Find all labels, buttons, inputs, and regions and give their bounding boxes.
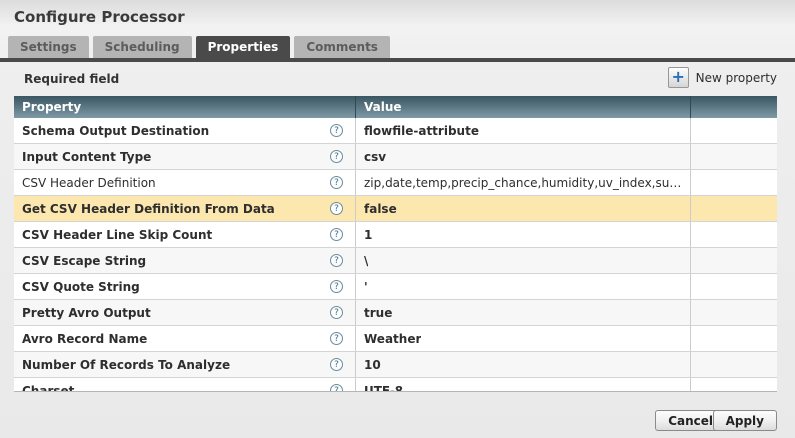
property-name-cell: CSV Escape String ? (14, 248, 355, 273)
apply-button[interactable]: Apply (713, 410, 777, 431)
property-name-cell: Number Of Records To Analyze ? (14, 352, 355, 377)
property-name: CSV Escape String (22, 254, 146, 268)
help-icon[interactable]: ? (330, 306, 343, 319)
property-name: Charset (22, 384, 74, 393)
property-row[interactable]: CSV Quote String ? ' (14, 274, 777, 300)
row-empty-cell (690, 352, 777, 377)
help-icon[interactable]: ? (330, 202, 343, 215)
row-empty-cell (690, 378, 777, 392)
help-icon[interactable]: ? (330, 124, 343, 137)
property-value-cell[interactable]: Weather (355, 326, 690, 351)
property-value-cell[interactable]: 10 (355, 352, 690, 377)
help-icon[interactable]: ? (330, 150, 343, 163)
property-row[interactable]: Charset ? UTF-8 (14, 378, 777, 392)
row-empty-cell (690, 144, 777, 169)
properties-table: Property Value Schema Output Destination… (14, 96, 777, 392)
plus-icon[interactable]: + (668, 67, 689, 88)
row-empty-cell (690, 248, 777, 273)
row-empty-cell (690, 118, 777, 143)
property-name-cell: Avro Record Name ? (14, 326, 355, 351)
column-header-property: Property (14, 96, 355, 118)
help-icon[interactable]: ? (330, 280, 343, 293)
property-name: Get CSV Header Definition From Data (22, 202, 275, 216)
tab-scheduling[interactable]: Scheduling (93, 36, 192, 58)
property-value-cell[interactable]: flowfile-attribute (355, 118, 690, 143)
property-value: false (364, 202, 397, 216)
property-name-cell: Schema Output Destination ? (14, 118, 355, 143)
row-empty-cell (690, 274, 777, 299)
table-header: Property Value (14, 96, 777, 118)
property-value: zip,date,temp,precip_chance,humidity,uv_… (364, 176, 682, 190)
property-name-cell: CSV Header Definition ? (14, 170, 355, 195)
property-name: Pretty Avro Output (22, 306, 151, 320)
property-value-cell[interactable]: zip,date,temp,precip_chance,humidity,uv_… (355, 170, 690, 195)
property-name: Input Content Type (22, 150, 151, 164)
property-table-body: Schema Output Destination ? flowfile-att… (14, 118, 777, 392)
dialog-title: Configure Processor (14, 8, 185, 26)
property-row[interactable]: Pretty Avro Output ? true (14, 300, 777, 326)
property-name-cell: Input Content Type ? (14, 144, 355, 169)
property-name-cell: Get CSV Header Definition From Data ? (14, 196, 355, 221)
property-value: \ (364, 254, 368, 268)
property-name-cell: Pretty Avro Output ? (14, 300, 355, 325)
property-name-cell: Charset ? (14, 378, 355, 392)
column-header-value: Value (355, 96, 690, 118)
property-name: CSV Quote String (22, 280, 140, 294)
property-value-cell[interactable]: csv (355, 144, 690, 169)
row-empty-cell (690, 326, 777, 351)
tab-properties[interactable]: Properties (196, 36, 291, 58)
active-tab-underline (0, 58, 795, 62)
property-row[interactable]: CSV Escape String ? \ (14, 248, 777, 274)
property-name-cell: CSV Header Line Skip Count ? (14, 222, 355, 247)
property-name: CSV Header Definition (22, 176, 156, 190)
row-empty-cell (690, 222, 777, 247)
help-icon[interactable]: ? (330, 228, 343, 241)
tab-settings[interactable]: Settings (8, 36, 89, 58)
property-value-cell[interactable]: \ (355, 248, 690, 273)
property-name: Avro Record Name (22, 332, 147, 346)
new-property-button[interactable]: + New property (668, 67, 777, 88)
help-icon[interactable]: ? (330, 384, 343, 392)
property-value-cell[interactable]: UTF-8 (355, 378, 690, 392)
help-icon[interactable]: ? (330, 254, 343, 267)
column-header-empty (690, 96, 777, 118)
property-value-cell[interactable]: 1 (355, 222, 690, 247)
required-field-legend: Required field (24, 72, 119, 86)
property-value: 10 (364, 358, 381, 372)
property-value: true (364, 306, 392, 320)
property-value: UTF-8 (364, 384, 403, 393)
property-row[interactable]: Avro Record Name ? Weather (14, 326, 777, 352)
property-row[interactable]: CSV Header Line Skip Count ? 1 (14, 222, 777, 248)
property-name: CSV Header Line Skip Count (22, 228, 212, 242)
property-value: csv (364, 150, 386, 164)
property-name: Schema Output Destination (22, 124, 209, 138)
property-value-cell[interactable]: true (355, 300, 690, 325)
tab-bar: Settings Scheduling Properties Comments (8, 36, 390, 58)
property-row[interactable]: Get CSV Header Definition From Data ? fa… (14, 196, 777, 222)
property-row[interactable]: CSV Header Definition ? zip,date,temp,pr… (14, 170, 777, 196)
property-row[interactable]: Number Of Records To Analyze ? 10 (14, 352, 777, 378)
help-icon[interactable]: ? (330, 176, 343, 189)
property-name: Number Of Records To Analyze (22, 358, 230, 372)
tab-comments[interactable]: Comments (294, 36, 390, 58)
row-empty-cell (690, 300, 777, 325)
new-property-label: New property (696, 71, 777, 85)
property-value: flowfile-attribute (364, 124, 479, 138)
help-icon[interactable]: ? (330, 358, 343, 371)
row-empty-cell (690, 196, 777, 221)
row-empty-cell (690, 170, 777, 195)
property-value: Weather (364, 332, 421, 346)
property-value: ' (364, 280, 368, 294)
property-value-cell[interactable]: false (355, 196, 690, 221)
property-value: 1 (364, 228, 372, 242)
property-row[interactable]: Schema Output Destination ? flowfile-att… (14, 118, 777, 144)
help-icon[interactable]: ? (330, 332, 343, 345)
property-row[interactable]: Input Content Type ? csv (14, 144, 777, 170)
property-value-cell[interactable]: ' (355, 274, 690, 299)
property-name-cell: CSV Quote String ? (14, 274, 355, 299)
